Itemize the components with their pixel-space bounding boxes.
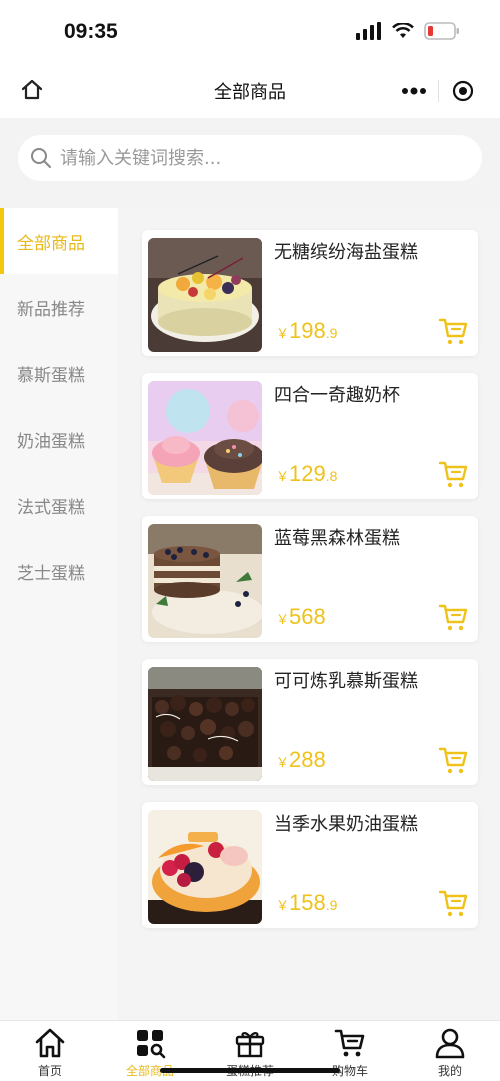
product-card[interactable]: 无糖缤纷海盐蛋糕 ￥198.9 — [142, 230, 478, 356]
nav-bar: 全部商品 — [0, 64, 500, 118]
product-price: ￥288 — [276, 747, 326, 773]
price-decimal: .8 — [325, 468, 338, 484]
more-button[interactable] — [390, 72, 438, 110]
close-mini-program-button[interactable] — [439, 72, 486, 110]
battery-icon — [424, 22, 459, 40]
search-section — [0, 118, 500, 208]
price-decimal: .9 — [325, 325, 338, 341]
status-time: 09:35 — [64, 20, 118, 43]
sidebar-item-french[interactable]: 法式蛋糕 — [0, 472, 118, 538]
price-integer: 288 — [289, 747, 326, 772]
price-integer: 198 — [289, 318, 326, 343]
search-bar[interactable] — [18, 135, 482, 181]
capsule-menu — [390, 72, 486, 110]
cart-icon — [334, 1029, 365, 1057]
product-image — [148, 667, 262, 781]
product-price: ￥129.8 — [276, 461, 337, 487]
product-list: 无糖缤纷海盐蛋糕 ￥198.9 四合一奇趣奶杯 ￥129.8 蓝莓黑森林蛋糕 ￥… — [118, 208, 500, 1020]
sidebar-item-all[interactable]: 全部商品 — [0, 208, 118, 274]
target-close-icon — [452, 80, 473, 102]
product-price: ￥198.9 — [276, 318, 337, 344]
product-price: ￥158.9 — [276, 890, 337, 916]
tab-home[interactable]: 首页 — [0, 1021, 100, 1081]
home-icon — [35, 1028, 65, 1058]
product-name: 当季水果奶油蛋糕 — [274, 814, 418, 835]
gift-icon — [235, 1032, 265, 1058]
price-currency: ￥ — [276, 612, 290, 627]
grid-search-icon — [137, 1030, 166, 1059]
tab-label: 首页 — [37, 1064, 62, 1078]
sidebar-item-cream[interactable]: 奶油蛋糕 — [0, 406, 118, 472]
product-name: 四合一奇趣奶杯 — [274, 385, 400, 406]
price-currency: ￥ — [276, 898, 290, 913]
add-to-cart-icon[interactable] — [438, 745, 468, 775]
product-name: 无糖缤纷海盐蛋糕 — [274, 242, 418, 263]
status-icons — [356, 22, 460, 40]
add-to-cart-icon[interactable] — [438, 602, 468, 632]
product-card[interactable]: 当季水果奶油蛋糕 ￥158.9 — [142, 802, 478, 928]
add-to-cart-icon[interactable] — [438, 888, 468, 918]
signal-icon — [356, 22, 381, 40]
product-image — [148, 238, 262, 352]
home-indicator — [160, 1068, 340, 1073]
product-card[interactable]: 可可炼乳慕斯蛋糕 ￥288 — [142, 659, 478, 785]
product-card[interactable]: 蓝莓黑森林蛋糕 ￥568 — [142, 516, 478, 642]
wifi-icon — [392, 23, 414, 38]
product-price: ￥568 — [276, 604, 326, 630]
price-currency: ￥ — [276, 326, 290, 341]
product-name: 可可炼乳慕斯蛋糕 — [274, 671, 418, 692]
product-image — [148, 381, 262, 495]
sidebar-item-new[interactable]: 新品推荐 — [0, 274, 118, 340]
search-icon — [31, 148, 51, 168]
price-integer: 129 — [289, 461, 326, 486]
product-image — [148, 810, 262, 924]
user-icon — [435, 1028, 465, 1059]
product-card[interactable]: 四合一奇趣奶杯 ￥129.8 — [142, 373, 478, 499]
price-integer: 158 — [289, 890, 326, 915]
product-name: 蓝莓黑森林蛋糕 — [274, 528, 400, 549]
price-currency: ￥ — [276, 469, 290, 484]
tab-profile[interactable]: 我的 — [400, 1021, 500, 1081]
price-currency: ￥ — [276, 755, 290, 770]
sidebar-item-cheese[interactable]: 芝士蛋糕 — [0, 538, 118, 604]
tab-label: 我的 — [437, 1064, 462, 1078]
category-sidebar: 全部商品 新品推荐 慕斯蛋糕 奶油蛋糕 法式蛋糕 芝士蛋糕 — [0, 208, 118, 1020]
sidebar-item-mousse[interactable]: 慕斯蛋糕 — [0, 340, 118, 406]
price-integer: 568 — [289, 604, 326, 629]
price-decimal: .9 — [325, 897, 338, 913]
add-to-cart-icon[interactable] — [438, 316, 468, 346]
add-to-cart-icon[interactable] — [438, 459, 468, 489]
product-image — [148, 524, 262, 638]
more-dots-icon — [402, 87, 426, 95]
search-input[interactable] — [60, 147, 440, 169]
status-bar: 09:35 — [0, 0, 500, 64]
